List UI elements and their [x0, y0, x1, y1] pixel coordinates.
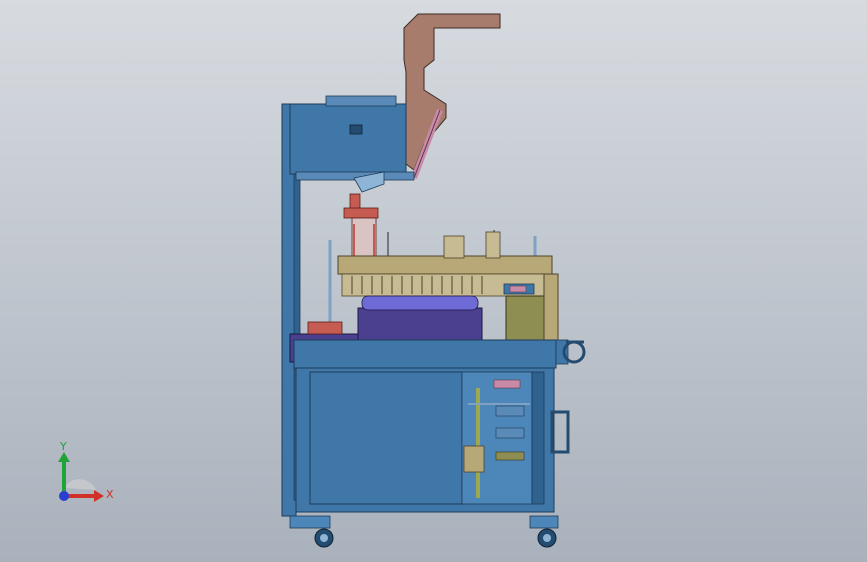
olive-gearbox: [505, 295, 551, 341]
tan-mechanism-rail: [337, 255, 553, 275]
table-top: [293, 339, 557, 369]
y-axis-label: Y: [59, 440, 67, 453]
x-axis-label: X: [106, 488, 114, 501]
cabinet-door: [309, 371, 463, 505]
view-orientation-triad: Y X: [58, 440, 114, 502]
z-axis-dot: [59, 491, 69, 501]
graphics-viewport[interactable]: Y X: [0, 0, 867, 562]
machine-assembly-model[interactable]: [0, 0, 867, 562]
upper-feed-box: [289, 103, 407, 175]
